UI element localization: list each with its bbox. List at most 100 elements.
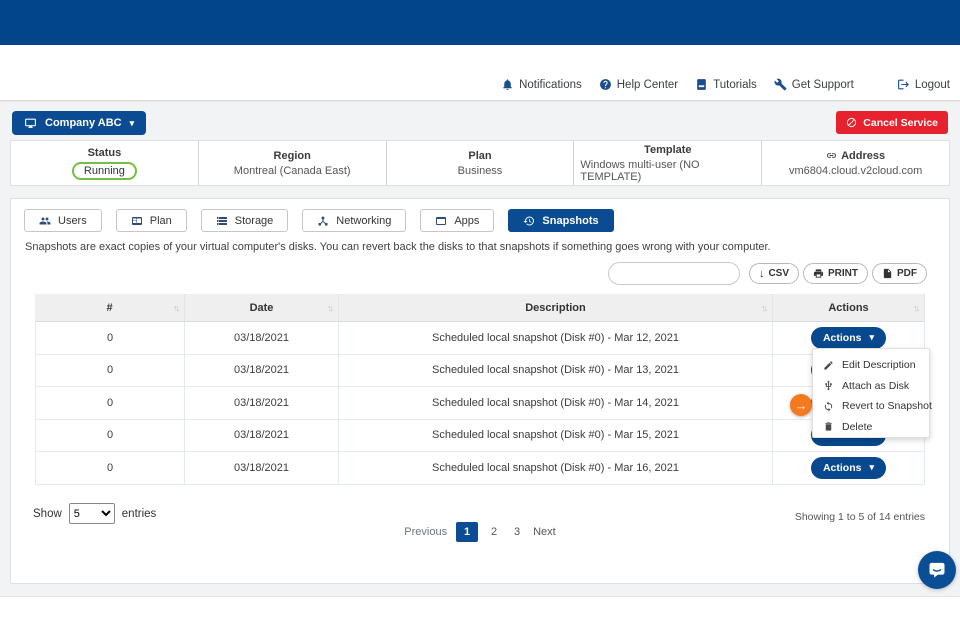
status-badge: Running — [71, 161, 137, 180]
status-col-region: Region Montreal (Canada East) — [199, 141, 387, 185]
entries-label: entries — [121, 507, 157, 520]
chevron-down-icon: ▾ — [869, 462, 875, 473]
trash-icon — [825, 422, 832, 431]
vm-status-card: Status Running Region Montreal (Canada E… — [10, 140, 950, 186]
nav-label: Help Center — [616, 78, 679, 91]
nav-label: Notifications — [519, 78, 582, 91]
cell-description: Scheduled local snapshot (Disk #0) - Mar… — [339, 452, 773, 485]
table-row: 0 03/18/2021 Scheduled local snapshot (D… — [35, 452, 925, 485]
cell-num: 0 — [35, 419, 185, 452]
chevron-down-icon: ▾ — [129, 117, 135, 128]
snapshots-panel: Users Plan Storage Networking Apps Snaps… — [10, 198, 950, 584]
template-label: Template — [644, 143, 692, 156]
sort-icon[interactable]: ↑↓ — [327, 303, 334, 313]
tab-snapshots[interactable]: Snapshots — [508, 209, 614, 232]
cell-actions: Actions▾ — [773, 452, 925, 485]
snapshots-table: # ↑↓ Date ↑↓ Description ↑↓ Actions ↑↓ 0 03/… — [35, 294, 925, 485]
company-name: Company ABC — [45, 117, 122, 129]
table-row: 0 03/18/2021 Scheduled local snapshot (D… — [35, 322, 925, 355]
column-header-description[interactable]: Description ↑↓ — [339, 294, 773, 322]
actions-dropdown-menu: Edit Description Attach as Disk Revert t… — [812, 348, 932, 438]
nav-help-center[interactable]: Help Center — [599, 78, 678, 91]
wrench-icon — [774, 78, 787, 91]
address-value: vm6804.cloud.v2cloud.com — [788, 164, 923, 177]
company-selector-button[interactable]: Company ABC ▾ — [12, 111, 147, 135]
tab-apps[interactable]: Apps — [420, 209, 495, 232]
sort-icon[interactable]: ↑↓ — [913, 303, 920, 313]
status-col-plan: Plan Business — [387, 141, 575, 185]
export-pdf-button[interactable]: PDF — [872, 263, 927, 284]
link-icon — [826, 153, 837, 158]
pagination-previous[interactable]: Previous — [404, 526, 447, 538]
plan-value: Business — [457, 164, 503, 177]
nav-label: Logout — [914, 78, 950, 91]
menu-item-attach-as-disk[interactable]: Attach as Disk — [813, 376, 929, 397]
click-indicator-arrow: → — [790, 394, 812, 416]
nav-get-support[interactable]: Get Support — [774, 78, 854, 91]
cell-date: 03/18/2021 — [185, 419, 339, 452]
cell-num: 0 — [35, 452, 185, 485]
users-icon — [39, 217, 51, 224]
nav-tutorials[interactable]: Tutorials — [695, 78, 757, 91]
book-icon — [695, 78, 708, 91]
apps-icon — [436, 216, 447, 225]
cell-num: 0 — [35, 322, 185, 355]
cell-description: Scheduled local snapshot (Disk #0) - Mar… — [339, 387, 773, 420]
tab-storage[interactable]: Storage — [200, 209, 289, 232]
column-header-date[interactable]: Date ↑↓ — [185, 294, 339, 322]
vm-tabs: Users Plan Storage Networking Apps Snaps… — [11, 199, 949, 232]
pagination-page-3[interactable]: 3 — [510, 526, 524, 538]
column-header-actions[interactable]: Actions ↑↓ — [773, 294, 925, 322]
status-label: Status — [87, 146, 122, 159]
status-col-address: Address vm6804.cloud.v2cloud.com — [762, 141, 949, 185]
header-nav-items: Notifications Help Center Tutorials Get … — [501, 78, 950, 91]
table-header-row: # ↑↓ Date ↑↓ Description ↑↓ Actions ↑↓ — [35, 294, 925, 322]
plan-icon — [131, 216, 142, 225]
table-row: 0 03/18/2021 Scheduled local snapshot (D… — [35, 354, 925, 387]
cell-date: 03/18/2021 — [185, 452, 339, 485]
cell-num: 0 — [35, 354, 185, 387]
row-actions-button[interactable]: Actions▾ — [810, 456, 887, 479]
row-actions-button[interactable]: Actions▾ — [810, 326, 887, 349]
nav-notifications[interactable]: Notifications — [501, 78, 582, 91]
tab-networking[interactable]: Networking — [302, 209, 407, 232]
cell-description: Scheduled local snapshot (Disk #0) - Mar… — [339, 322, 773, 355]
top-brand-bar — [0, 0, 960, 45]
table-controls: ↓ CSV PRINT PDF — [607, 262, 927, 285]
chat-widget-button[interactable] — [918, 551, 956, 589]
pagination-next[interactable]: Next — [533, 526, 556, 538]
menu-item-revert-to-snapshot[interactable]: Revert to Snapshot — [813, 396, 932, 417]
export-print-button[interactable]: PRINT — [803, 263, 868, 284]
template-value: Windows multi-user (NO TEMPLATE) — [580, 158, 700, 183]
cell-description: Scheduled local snapshot (Disk #0) - Mar… — [339, 354, 773, 387]
header-navbar: Notifications Help Center Tutorials Get … — [0, 45, 960, 100]
snapshots-description: Snapshots are exact copies of your virtu… — [25, 241, 771, 253]
region-label: Region — [273, 149, 311, 162]
chevron-down-icon: ▾ — [869, 332, 875, 343]
bell-icon — [501, 78, 514, 91]
pagination-page-1[interactable]: 1 — [456, 522, 479, 542]
page-size-control: Show 5 entries — [33, 503, 156, 524]
arrow-right-icon: → — [794, 397, 808, 413]
cell-date: 03/18/2021 — [185, 322, 339, 355]
plan-label: Plan — [468, 149, 492, 162]
sort-icon[interactable]: ↑↓ — [173, 303, 180, 313]
column-header-num[interactable]: # ↑↓ — [35, 294, 185, 322]
tab-users[interactable]: Users — [24, 209, 102, 232]
pagination-page-2[interactable]: 2 — [487, 526, 501, 538]
search-input[interactable] — [607, 262, 740, 285]
printer-icon — [813, 269, 824, 278]
tab-plan[interactable]: Plan — [115, 209, 187, 232]
prohibition-icon — [847, 117, 857, 128]
sync-icon — [824, 401, 833, 412]
menu-item-delete[interactable]: Delete — [813, 417, 929, 438]
sort-icon[interactable]: ↑↓ — [761, 303, 768, 313]
network-icon — [318, 216, 328, 225]
cell-description: Scheduled local snapshot (Disk #0) - Mar… — [339, 419, 773, 452]
export-csv-button[interactable]: ↓ CSV — [748, 263, 799, 284]
menu-item-edit-description[interactable]: Edit Description — [813, 355, 929, 376]
page-size-select[interactable]: 5 — [68, 503, 115, 524]
cancel-service-button[interactable]: Cancel Service — [836, 111, 948, 134]
pagination: Previous 1 2 3 Next — [11, 522, 949, 542]
nav-logout[interactable]: Logout — [897, 78, 950, 91]
